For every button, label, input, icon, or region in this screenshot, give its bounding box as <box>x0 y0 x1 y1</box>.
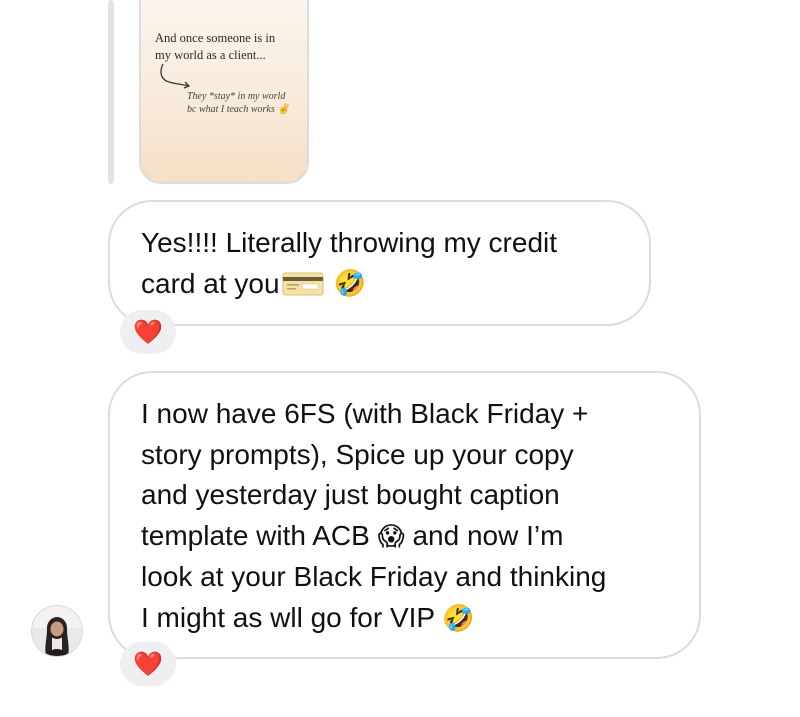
story-subtext-line-1: They *stay* in my world <box>187 91 286 102</box>
message-2-line-4: template with ACB 😱 and now I’m <box>141 516 669 558</box>
story-subtext: They *stay* in my world bc what I teach … <box>187 90 307 116</box>
message-1-line-2-text: card at you <box>141 267 280 299</box>
avatar-image <box>32 606 82 656</box>
message-2-line-5: look at your Black Friday and thinking <box>141 561 607 592</box>
heart-reaction-icon: ❤️ <box>133 318 163 346</box>
message-2-line-1: I now have 6FS (with Black Friday + <box>141 398 589 429</box>
message-bubble-1[interactable]: Yes!!!! Literally throwing my credit car… <box>108 200 651 326</box>
rolling-laughing-emoji-1: 🤣 <box>333 268 366 299</box>
shared-story-card[interactable]: And once someone is in my world as a cli… <box>139 0 309 184</box>
story-subtext-line-2: bc what I teach works ✌ <box>187 104 290 115</box>
story-text-line-1: And once someone is in <box>155 31 276 45</box>
message-2-line-4a: template with ACB <box>141 519 378 551</box>
reaction-badge-2[interactable]: ❤️ <box>120 642 176 686</box>
rolling-laughing-emoji-2: 🤣 <box>442 603 475 634</box>
story-text: And once someone is in my world as a cli… <box>155 30 305 64</box>
curved-arrow-icon <box>160 63 191 89</box>
heart-reaction-icon-2: ❤️ <box>133 650 163 678</box>
message-2-line-4b: and now I’m <box>404 519 564 551</box>
screaming-face-emoji: 😱 <box>377 521 405 552</box>
reaction-badge-1[interactable]: ❤️ <box>120 310 176 354</box>
message-2-line-6-text: I might as wll go for VIP <box>141 601 443 633</box>
message-bubble-2[interactable]: I now have 6FS (with Black Friday + stor… <box>108 371 701 659</box>
message-2-line-2: story prompts), Spice up your copy <box>141 438 574 470</box>
credit-card-icon <box>282 272 324 296</box>
message-2-line-3: and yesterday just bought caption <box>141 479 560 510</box>
reply-indicator-line <box>108 0 114 184</box>
message-1-line-2: card at you 🤣 <box>141 264 619 305</box>
avatar[interactable] <box>31 605 83 657</box>
message-1-line-1: Yes!!!! Literally throwing my credit <box>141 227 558 258</box>
message-2-line-6: I might as wll go for VIP 🤣 <box>141 598 669 640</box>
